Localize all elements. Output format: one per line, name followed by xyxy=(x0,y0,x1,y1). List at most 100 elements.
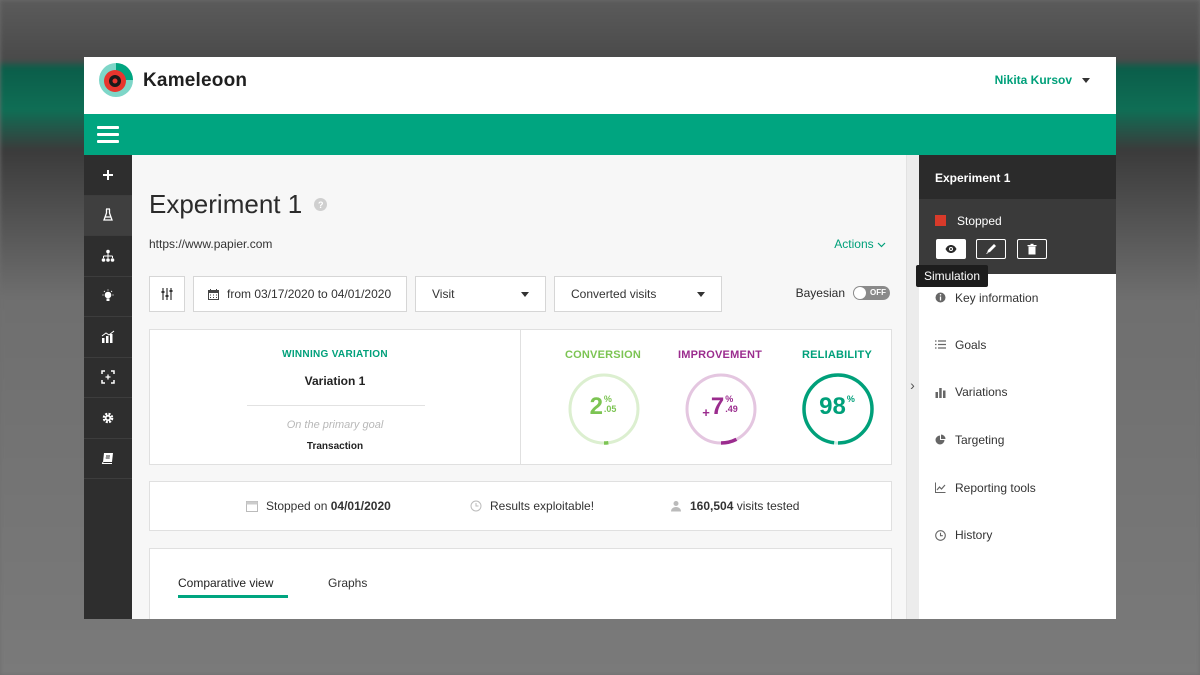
experiment-status-bar: Stopped on 04/01/2020 Results exploitabl… xyxy=(149,481,892,531)
pencil-icon xyxy=(986,244,996,254)
active-tab-indicator xyxy=(178,595,288,598)
menu-history[interactable]: History xyxy=(919,511,1116,559)
book-icon[interactable] xyxy=(84,439,132,479)
winning-variation-name: Variation 1 xyxy=(304,374,366,388)
tab-comparative-view[interactable]: Comparative view xyxy=(178,576,273,590)
right-panel: Experiment 1 Stopped Key information Goa… xyxy=(919,155,1116,619)
lightbulb-icon[interactable] xyxy=(84,277,132,317)
metric-label: RELIABILITY xyxy=(801,349,873,361)
add-icon[interactable] xyxy=(84,155,132,196)
metric-unit: % xyxy=(725,394,734,404)
metric-label: IMPROVEMENT xyxy=(677,349,763,361)
calendar-icon xyxy=(246,501,258,512)
app-window: Kameleoon Nikita Kursov Experiment 1 ? h… xyxy=(84,57,1116,619)
metric-value: +7% .49 xyxy=(660,394,780,421)
metric-value: 2% .05 xyxy=(543,394,663,420)
results-stat: Results exploitable! xyxy=(470,499,594,513)
focus-frame-icon[interactable] xyxy=(84,358,132,398)
bayesian-toggle-group: Bayesian OFF xyxy=(796,286,890,300)
menu-label: History xyxy=(955,528,993,543)
bar-chart-icon xyxy=(935,387,946,398)
metric-select[interactable]: Converted visits xyxy=(554,276,722,312)
metric-decimal: .49 xyxy=(725,404,738,414)
metric-unit: % xyxy=(603,394,612,404)
help-icon[interactable]: ? xyxy=(314,198,328,211)
line-chart-icon xyxy=(935,482,946,494)
experiment-status-section: Stopped xyxy=(919,199,1116,274)
simulation-button[interactable] xyxy=(936,239,966,259)
visit-select[interactable]: Visit xyxy=(415,276,546,312)
delete-button[interactable] xyxy=(1017,239,1047,259)
nav-bar xyxy=(84,114,1116,155)
menu-label: Key information xyxy=(955,290,1039,305)
top-bar: Kameleoon Nikita Kursov xyxy=(84,57,1116,114)
metric-prefix: + xyxy=(702,405,710,420)
sliders-icon xyxy=(161,288,173,300)
left-sidebar xyxy=(84,155,132,619)
visits-stat: 160,504 visits tested xyxy=(670,499,799,513)
stopped-date-stat: Stopped on 04/01/2020 xyxy=(246,499,391,513)
actions-dropdown[interactable]: Actions xyxy=(834,237,886,251)
results-summary-card: WINNING VARIATION Variation 1 On the pri… xyxy=(149,329,892,465)
metric-select-value: Converted visits xyxy=(571,287,657,301)
divider xyxy=(247,405,425,406)
metric-unit: % xyxy=(846,394,855,404)
audience-tree-icon[interactable] xyxy=(84,236,132,277)
status-text: Stopped xyxy=(957,214,1002,228)
chevron-right-icon[interactable]: › xyxy=(906,377,919,393)
menu-label: Variations xyxy=(955,385,1008,400)
experiment-flask-icon[interactable] xyxy=(84,195,132,236)
visits-count: 160,504 xyxy=(690,499,734,513)
stopped-prefix: Stopped on xyxy=(266,499,328,513)
calendar-icon xyxy=(208,288,219,300)
metric-reliability: RELIABILITY 98% xyxy=(777,330,897,464)
settings-gear-icon[interactable] xyxy=(84,398,132,439)
toggle-state: OFF xyxy=(870,288,886,297)
menu-goals[interactable]: Goals xyxy=(919,321,1116,369)
filter-settings-button[interactable] xyxy=(149,276,185,312)
bayesian-toggle[interactable]: OFF xyxy=(853,286,890,300)
menu-variations[interactable]: Variations xyxy=(919,369,1116,417)
chevron-down-icon xyxy=(1082,77,1090,83)
menu-targeting[interactable]: Targeting xyxy=(919,416,1116,464)
bayesian-label: Bayesian xyxy=(795,286,845,300)
list-icon xyxy=(935,340,946,349)
simulation-tooltip: Simulation xyxy=(916,265,989,287)
dropdown-caret-icon xyxy=(521,291,529,297)
date-range-text: from 03/17/2020 to 04/01/2020 xyxy=(227,287,392,301)
metric-value: 98% xyxy=(777,394,897,420)
goal-name: Transaction xyxy=(306,441,364,452)
tab-graphs[interactable]: Graphs xyxy=(328,576,367,590)
user-menu[interactable]: Nikita Kursov xyxy=(995,73,1090,87)
date-range-picker[interactable]: from 03/17/2020 to 04/01/2020 xyxy=(193,276,407,312)
main-content: Experiment 1 ? https://www.papier.com Ac… xyxy=(132,155,906,619)
analytics-chart-icon[interactable] xyxy=(84,317,132,358)
user-name: Nikita Kursov xyxy=(994,73,1072,87)
experiment-title: Experiment 1 xyxy=(149,189,303,219)
right-panel-title: Experiment 1 xyxy=(919,155,1116,199)
info-icon xyxy=(935,292,946,303)
status-indicator xyxy=(935,215,946,226)
metric-label: CONVERSION xyxy=(565,349,641,361)
visits-suffix: visits tested xyxy=(736,499,800,513)
metric-number: 98 xyxy=(819,393,846,420)
user-icon xyxy=(671,501,681,512)
menu-reporting-tools[interactable]: Reporting tools xyxy=(919,464,1116,512)
experiment-url[interactable]: https://www.papier.com xyxy=(149,237,272,251)
metric-number: 2 xyxy=(589,393,603,420)
dropdown-caret-icon xyxy=(697,291,705,297)
hamburger-menu-icon[interactable] xyxy=(97,126,119,143)
edit-button[interactable] xyxy=(976,239,1006,259)
metric-improvement: IMPROVEMENT +7% .49 xyxy=(660,330,780,464)
brand-name: Kameleoon xyxy=(143,70,248,91)
actions-label: Actions xyxy=(834,237,874,251)
menu-label: Reporting tools xyxy=(955,480,1036,495)
filter-bar: from 03/17/2020 to 04/01/2020 Visit Conv… xyxy=(149,276,722,312)
menu-label: Goals xyxy=(955,337,987,352)
winning-variation-section: WINNING VARIATION Variation 1 On the pri… xyxy=(150,330,521,464)
toggle-knob xyxy=(854,287,866,299)
metric-decimal: .05 xyxy=(603,404,617,414)
visit-select-value: Visit xyxy=(432,287,455,301)
eye-icon xyxy=(945,245,957,253)
page-title: Experiment 1 ? xyxy=(149,189,328,220)
